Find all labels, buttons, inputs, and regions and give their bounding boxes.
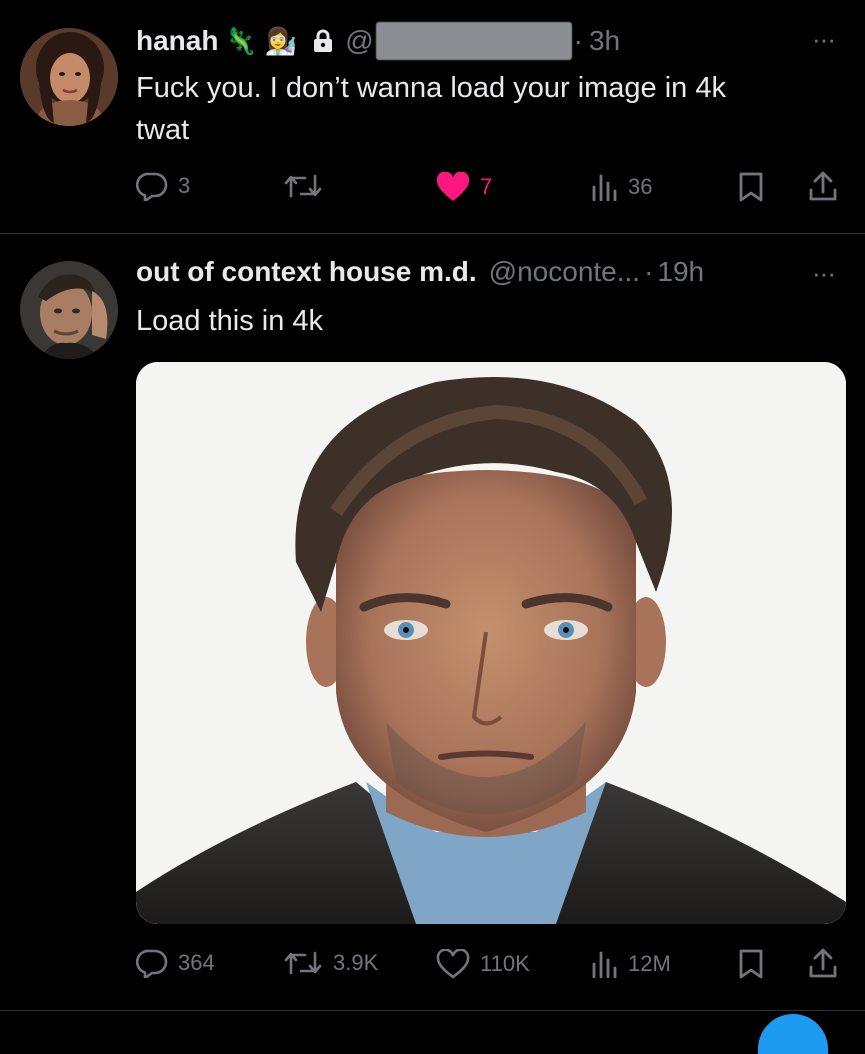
display-name[interactable]: out of context house m.d. xyxy=(136,256,477,288)
share-icon xyxy=(809,948,837,978)
reply-count: 3 xyxy=(178,173,191,198)
views-count: 12M xyxy=(628,951,671,976)
share-button[interactable] xyxy=(808,947,838,979)
timestamp[interactable]: 19h xyxy=(657,256,704,288)
lock-icon xyxy=(313,29,333,53)
tweet-text-line-2: twat xyxy=(136,114,190,146)
bookmark-icon xyxy=(739,949,763,979)
lizard-emoji-icon: 🦎 xyxy=(224,25,257,56)
more-options-icon[interactable]: ··· xyxy=(812,24,836,55)
tweet-text: Load this in 4k xyxy=(136,305,324,337)
tweet-text-line-1: Fuck you. I don’t wanna load your image … xyxy=(136,72,726,104)
display-name[interactable]: hanah xyxy=(136,25,218,57)
reply-button[interactable]: 364 xyxy=(136,948,215,978)
share-icon xyxy=(809,171,837,201)
views-chart-icon xyxy=(592,951,617,978)
like-button[interactable]: 7 xyxy=(436,172,492,202)
views-count: 36 xyxy=(628,174,653,199)
separator-dot: · xyxy=(644,256,654,287)
more-options-icon[interactable]: ··· xyxy=(812,258,836,289)
bookmark-button[interactable] xyxy=(738,948,764,980)
heart-filled-icon xyxy=(436,172,470,201)
handle[interactable]: @noconte... xyxy=(489,256,640,288)
reply-count: 364 xyxy=(178,950,215,975)
like-button[interactable]: 110K xyxy=(436,949,530,979)
retweet-icon xyxy=(284,174,322,198)
scientist-emoji-icon: 👩‍🔬 xyxy=(264,25,298,56)
tweet-hanah[interactable]: hanah 🦎 👩‍🔬 @ · 3h ··· Fuck you. I don’t… xyxy=(0,0,865,232)
reply-icon xyxy=(136,949,168,978)
tweet-media-image[interactable] xyxy=(136,362,846,924)
retweet-count: 3.9K xyxy=(333,950,379,975)
share-button[interactable] xyxy=(808,170,838,202)
like-count: 7 xyxy=(480,174,493,199)
redacted-handle xyxy=(375,22,572,60)
separator-dot: · xyxy=(573,25,583,56)
timestamp[interactable]: 3h xyxy=(589,25,620,57)
compose-fab-partial[interactable] xyxy=(758,1014,828,1054)
views-button[interactable]: 36 xyxy=(590,173,652,201)
retweet-button[interactable]: 3.9K xyxy=(283,949,378,977)
handle-prefix: @ xyxy=(345,25,374,56)
tweet-divider xyxy=(0,1010,865,1011)
bookmark-button[interactable] xyxy=(738,171,764,203)
bookmark-icon xyxy=(739,172,763,202)
retweet-button[interactable] xyxy=(283,172,333,200)
avatar[interactable] xyxy=(20,261,118,359)
avatar-hanah-image xyxy=(20,28,118,126)
views-chart-icon xyxy=(592,174,617,201)
like-count: 110K xyxy=(480,951,530,976)
avatar-house-image xyxy=(20,261,118,359)
reply-icon xyxy=(136,172,168,201)
portrait-photo xyxy=(136,362,846,924)
tweet-header: hanah 🦎 👩‍🔬 @ · 3h xyxy=(136,22,620,60)
tweet-header: out of context house m.d. @noconte... · … xyxy=(136,256,704,288)
avatar[interactable] xyxy=(20,28,118,126)
reply-button[interactable]: 3 xyxy=(136,171,190,201)
tweet-text: Fuck you. I don’t wanna load your image … xyxy=(136,67,726,151)
heart-icon xyxy=(436,949,470,979)
views-button[interactable]: 12M xyxy=(590,950,671,978)
retweet-icon xyxy=(284,951,322,975)
